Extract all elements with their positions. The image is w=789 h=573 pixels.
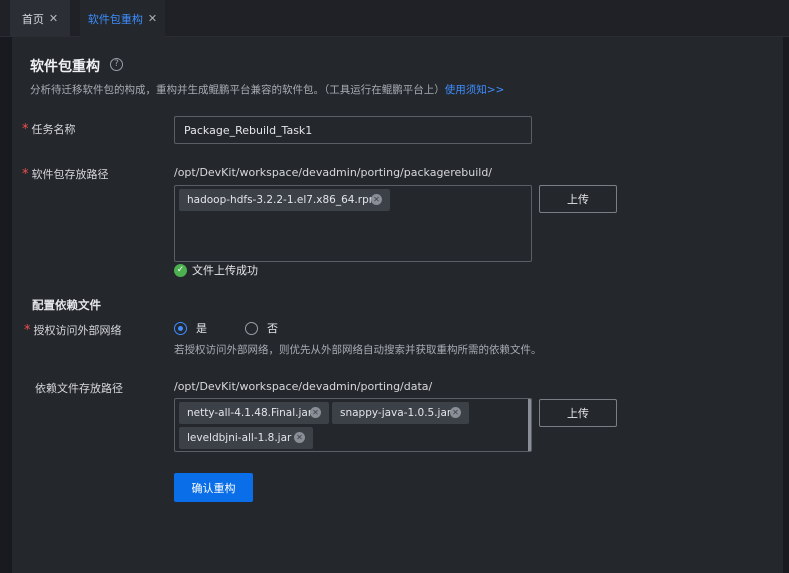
close-icon[interactable]: ✕	[49, 12, 58, 25]
remove-tag-icon[interactable]: ✕	[294, 432, 305, 443]
network-auth-hint: 若授权访问外部网络，则优先从外部网络自动搜索并获取重构所需的依赖文件。	[174, 344, 542, 356]
close-icon[interactable]: ✕	[148, 12, 157, 25]
radio-no-label: 否	[267, 322, 278, 335]
tab-package-rebuild[interactable]: 软件包重构 ✕	[80, 0, 165, 37]
usage-notes-link[interactable]: 使用须知>>	[445, 84, 505, 96]
dependency-storage-path: /opt/DevKit/workspace/devadmin/porting/d…	[174, 380, 433, 393]
radio-selected-icon[interactable]	[174, 321, 187, 335]
radio-no[interactable]: 否	[245, 320, 278, 336]
file-tag: snappy-java-1.0.5.jar ✕	[332, 402, 469, 424]
package-path-label: * 软件包存放路径	[22, 166, 109, 182]
dependency-path-label: 依赖文件存放路径	[35, 382, 123, 395]
required-mark: *	[24, 322, 31, 338]
dependency-section-title: 配置依赖文件	[32, 298, 101, 312]
radio-unselected-icon[interactable]	[245, 321, 258, 335]
confirm-rebuild-button[interactable]: 确认重构	[174, 473, 253, 502]
file-tag: leveldbjni-all-1.8.jar ✕	[179, 427, 313, 449]
file-tag-label: snappy-java-1.0.5.jar	[340, 407, 452, 419]
package-file-list[interactable]: hadoop-hdfs-3.2.2-1.el7.x86_64.rpm ✕	[174, 185, 532, 262]
tab-bar: 首页 ✕ 软件包重构 ✕	[0, 0, 789, 37]
task-name-input[interactable]	[174, 116, 532, 144]
help-circle-icon[interactable]: ?	[110, 58, 123, 71]
check-circle-icon: ✓	[174, 263, 187, 277]
upload-dependency-button[interactable]: 上传	[539, 399, 617, 427]
file-tag: netty-all-4.1.48.Final.jar ✕	[179, 402, 329, 424]
required-mark: *	[22, 166, 29, 182]
task-name-label: * 任务名称	[22, 121, 76, 137]
page-description: 分析待迁移软件包的构成，重构并生成鲲鹏平台兼容的软件包。（工具运行在鲲鹏平台上）…	[30, 82, 504, 97]
package-storage-path: /opt/DevKit/workspace/devadmin/porting/p…	[174, 166, 493, 179]
tab-package-rebuild-label: 软件包重构	[87, 12, 143, 26]
file-tag-label: netty-all-4.1.48.Final.jar	[187, 407, 313, 419]
dependency-file-list[interactable]: netty-all-4.1.48.Final.jar ✕ snappy-java…	[174, 398, 532, 452]
remove-tag-icon[interactable]: ✕	[450, 407, 461, 418]
description-text: 分析待迁移软件包的构成，重构并生成鲲鹏平台兼容的软件包。（工具运行在鲲鹏平台上）	[30, 84, 445, 96]
upload-package-button[interactable]: 上传	[539, 185, 617, 213]
package-path-label-text: 软件包存放路径	[31, 168, 109, 181]
upload-success-text: 文件上传成功	[192, 264, 258, 277]
network-auth-label-text: 授权访问外部网络	[33, 324, 122, 337]
radio-yes[interactable]: 是	[174, 320, 207, 336]
file-tag: hadoop-hdfs-3.2.2-1.el7.x86_64.rpm ✕	[179, 189, 390, 211]
file-tag-label: hadoop-hdfs-3.2.2-1.el7.x86_64.rpm	[187, 194, 379, 206]
remove-tag-icon[interactable]: ✕	[310, 407, 321, 418]
task-name-label-text: 任务名称	[31, 123, 76, 136]
remove-tag-icon[interactable]: ✕	[371, 194, 382, 205]
tab-home-label: 首页	[21, 12, 44, 26]
page-title: 软件包重构	[30, 59, 100, 75]
required-mark: *	[22, 121, 29, 137]
radio-yes-label: 是	[196, 322, 207, 335]
tab-home[interactable]: 首页 ✕	[10, 0, 70, 37]
file-tag-label: leveldbjni-all-1.8.jar	[187, 432, 292, 444]
upload-success-message: ✓ 文件上传成功	[174, 262, 258, 278]
network-auth-label: * 授权访问外部网络	[24, 322, 122, 338]
file-list-scrollbar[interactable]	[528, 399, 531, 451]
